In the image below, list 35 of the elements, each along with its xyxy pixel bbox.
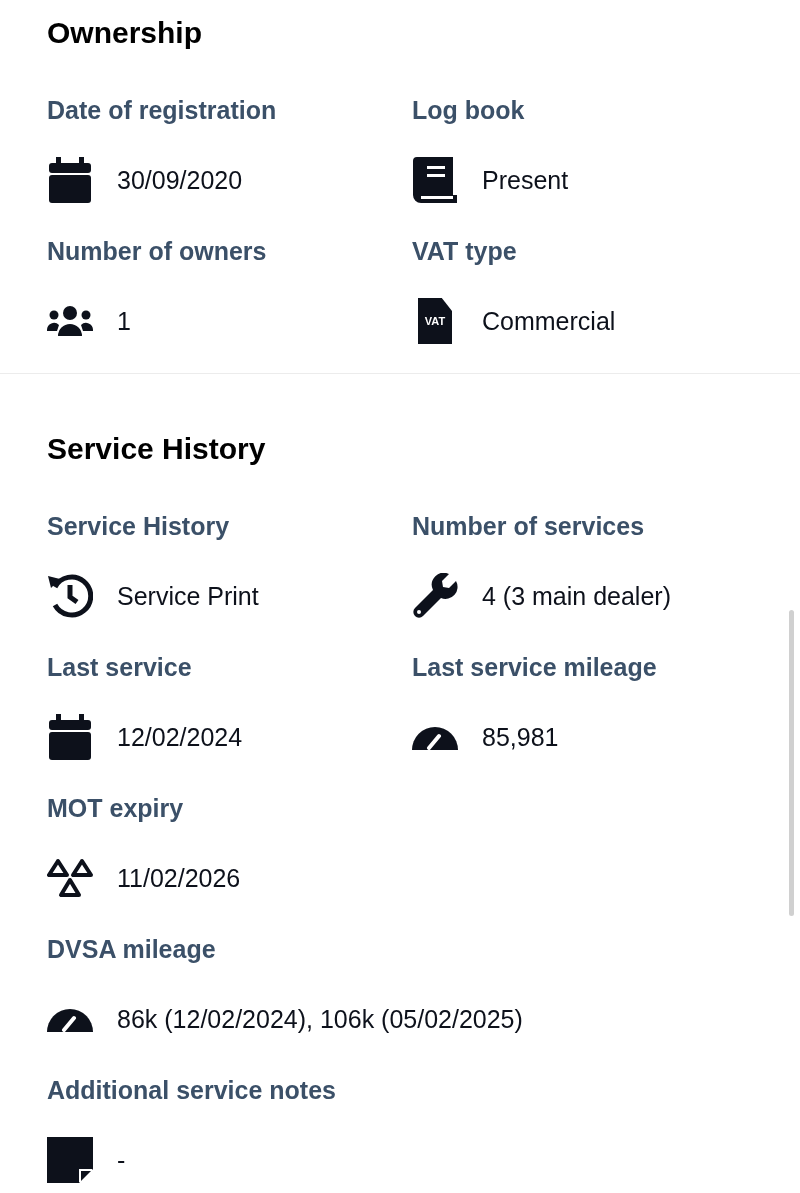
field-value: Present	[482, 165, 569, 195]
field-label: Date of registration	[47, 96, 278, 126]
mot-triangles-icon	[47, 858, 93, 898]
gauge-icon	[412, 724, 458, 750]
field-value: 12/02/2024	[117, 722, 243, 752]
field-value: 85,981	[482, 722, 559, 752]
field-value: Service Print	[117, 581, 259, 611]
field-value: -	[117, 1145, 126, 1175]
field-label: Service History	[47, 512, 231, 542]
field-value: Commercial	[482, 306, 616, 336]
field-label: VAT type	[412, 237, 518, 267]
history-icon	[47, 573, 93, 619]
people-icon	[47, 306, 93, 336]
field-label: DVSA mileage	[47, 935, 217, 965]
calendar-icon	[47, 714, 93, 760]
calendar-icon	[47, 157, 93, 203]
field-value: 11/02/2026	[117, 863, 241, 893]
vat-document-icon: VAT	[418, 298, 452, 344]
field-label: Log book	[412, 96, 526, 126]
field-value: 4 (3 main dealer)	[482, 581, 671, 611]
field-label: Additional service notes	[47, 1076, 337, 1106]
wrench-icon	[412, 573, 458, 619]
field-label: Last service	[47, 653, 193, 683]
field-value: 30/09/2020	[117, 165, 243, 195]
section-title: Service History	[47, 432, 267, 466]
field-value: 1	[117, 306, 131, 336]
field-label: Number of owners	[47, 237, 268, 267]
field-label: MOT expiry	[47, 794, 185, 824]
book-icon	[412, 157, 458, 203]
field-value: 86k (12/02/2024), 106k (05/02/2025)	[117, 1004, 523, 1034]
note-icon	[47, 1137, 93, 1183]
field-label: Number of services	[412, 512, 646, 542]
section-title: Ownership	[47, 16, 204, 50]
field-label: Last service mileage	[412, 653, 658, 683]
gauge-icon	[47, 1006, 93, 1032]
